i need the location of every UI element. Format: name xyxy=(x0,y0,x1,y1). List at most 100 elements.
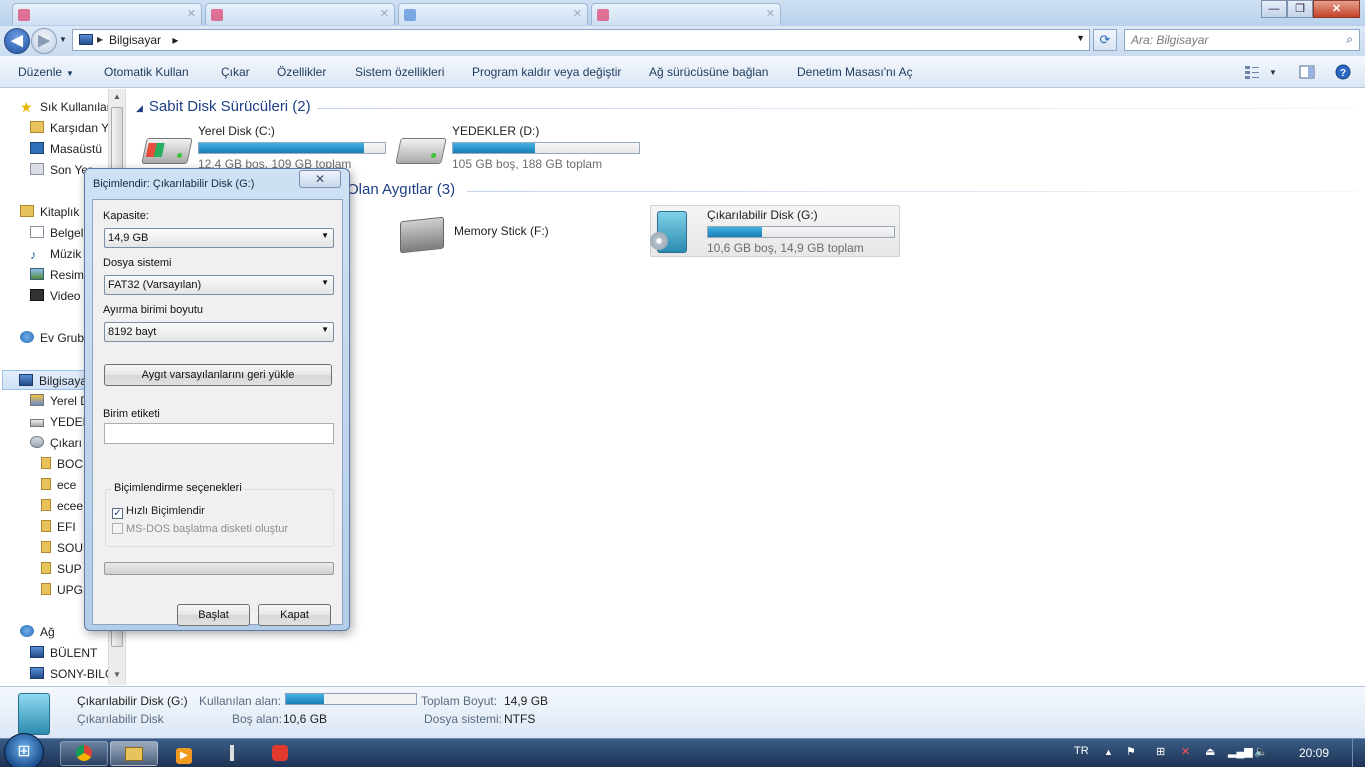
action-center-icon[interactable]: ⚑ xyxy=(1126,745,1136,758)
open-control-panel-button[interactable]: Denetim Masası'nı Aç xyxy=(797,65,913,79)
close-window-button[interactable]: ✕ xyxy=(1313,0,1360,18)
nav-libraries[interactable]: Kitaplık xyxy=(20,202,79,222)
address-input[interactable]: ▸ Bilgisayar ▸ ▼ xyxy=(72,29,1090,51)
organize-menu[interactable]: Düzenle ▼ xyxy=(18,65,74,79)
tab-close-icon[interactable]: ✕ xyxy=(766,7,775,20)
uninstall-program-button[interactable]: Program kaldır veya değiştir xyxy=(472,65,621,79)
drive-d[interactable]: YEDEKLER (D:) 105 GB boş, 188 GB toplam xyxy=(395,124,648,174)
nav-folder[interactable]: ecee xyxy=(41,496,83,516)
breadcrumb-arrow-icon[interactable]: ▸ xyxy=(172,33,178,47)
system-properties-button[interactable]: Sistem özellikleri xyxy=(355,65,444,79)
eject-button[interactable]: Çıkar xyxy=(221,65,250,79)
scroll-down-icon[interactable]: ▼ xyxy=(109,667,125,683)
chevron-down-icon: ▼ xyxy=(321,325,329,334)
tab-close-icon[interactable]: ✕ xyxy=(573,7,582,20)
capacity-select[interactable]: 14,9 GB ▼ xyxy=(104,228,334,248)
signal-strength-icon[interactable]: ▂▄▆ xyxy=(1228,745,1253,758)
nav-network-pc[interactable]: SONY-BILG xyxy=(30,664,114,684)
language-indicator[interactable]: TR xyxy=(1074,745,1089,757)
recent-pages-dropdown-icon[interactable]: ▼ xyxy=(59,35,67,44)
nav-folder[interactable]: BOC xyxy=(41,454,83,474)
start-button[interactable]: ⊞ xyxy=(4,733,44,767)
nav-local-disk[interactable]: Yerel D xyxy=(30,391,89,411)
drive-g-selected[interactable]: Çıkarılabilir Disk (G:) 10,6 GB boş, 14,… xyxy=(650,205,900,257)
nav-documents[interactable]: Belgel xyxy=(30,223,83,243)
nav-desktop[interactable]: Masaüstü xyxy=(30,139,102,159)
taskbar-usb-button[interactable] xyxy=(208,741,256,766)
autoplay-button[interactable]: Otomatik Kullan xyxy=(104,65,189,79)
view-dropdown-icon[interactable]: ▼ xyxy=(1269,68,1277,77)
show-hidden-icons-icon[interactable]: ▲ xyxy=(1104,747,1113,757)
taskbar-explorer-button[interactable] xyxy=(110,741,158,766)
address-dropdown-icon[interactable]: ▼ xyxy=(1076,33,1085,43)
memory-stick-icon xyxy=(400,216,444,254)
clock[interactable]: 20:09 xyxy=(1299,746,1329,760)
tab-close-icon[interactable]: ✕ xyxy=(187,7,196,20)
breadcrumb-separator-icon[interactable]: ▸ xyxy=(97,32,103,46)
nav-recent[interactable]: Son Yer xyxy=(30,160,92,180)
browser-tab[interactable]: ✕ xyxy=(12,3,202,25)
taskbar-app-button[interactable] xyxy=(256,741,304,766)
minimize-button[interactable]: — xyxy=(1261,0,1287,18)
back-button[interactable]: ◀ xyxy=(4,28,30,54)
nav-network[interactable]: Ağ xyxy=(20,622,55,642)
forward-button[interactable]: ▶ xyxy=(31,28,57,54)
refresh-button[interactable]: ⟳ xyxy=(1093,29,1117,51)
drive-usage-bar xyxy=(198,142,386,154)
tab-favicon-icon xyxy=(597,9,609,21)
dialog-close-button[interactable]: ✕ xyxy=(299,170,341,188)
browser-tab[interactable]: ✕ xyxy=(205,3,395,25)
nav-homegroup[interactable]: Ev Grub xyxy=(20,328,84,348)
browser-tab[interactable]: ✕ xyxy=(398,3,588,25)
maximize-button[interactable]: ❐ xyxy=(1287,0,1313,18)
quick-format-checkbox[interactable]: ✓ Hızlı Biçimlendir xyxy=(112,505,205,519)
search-icon[interactable]: ⌕ xyxy=(1346,32,1353,47)
nav-pictures[interactable]: Resim xyxy=(30,265,84,285)
nav-folder[interactable]: SOU xyxy=(41,538,83,558)
collapse-arrow-icon[interactable]: ◢ xyxy=(136,103,143,113)
allocation-size-select[interactable]: 8192 bayt ▼ xyxy=(104,322,334,342)
taskbar-media-player-button[interactable]: ▶ xyxy=(160,741,208,766)
search-input[interactable]: Ara: Bilgisayar ⌕ xyxy=(1124,29,1360,51)
windows-update-icon[interactable]: ⊞ xyxy=(1156,745,1165,758)
nav-videos[interactable]: Video xyxy=(30,286,80,306)
nav-label: Belgel xyxy=(50,226,84,240)
nav-music[interactable]: ♪ Müzik xyxy=(30,244,81,264)
start-format-button[interactable]: Başlat xyxy=(177,604,250,626)
nav-favorites[interactable]: ★ Sık Kullanılar xyxy=(20,97,111,117)
safely-remove-hardware-icon[interactable]: ⏏ xyxy=(1205,745,1215,758)
group-removable-header[interactable]: Olan Aygıtlar (3) xyxy=(347,181,455,198)
breadcrumb-computer[interactable]: Bilgisayar xyxy=(109,33,161,47)
drive-name: Memory Stick (F:) xyxy=(454,224,549,238)
nav-backup-drive[interactable]: YEDEK xyxy=(30,412,91,432)
help-icon[interactable]: ? xyxy=(1335,64,1351,80)
file-system-select[interactable]: FAT32 (Varsayılan) ▼ xyxy=(104,275,334,295)
recent-places-icon xyxy=(30,163,44,175)
restore-defaults-button[interactable]: Aygıt varsayılanlarını geri yükle xyxy=(104,364,332,386)
nav-folder[interactable]: ece xyxy=(41,475,76,495)
group-divider xyxy=(467,191,1357,192)
tab-close-icon[interactable]: ✕ xyxy=(380,7,389,20)
scroll-up-icon[interactable]: ▲ xyxy=(109,89,125,105)
group-hdd-header[interactable]: ◢ Sabit Disk Sürücüleri (2) xyxy=(136,98,311,115)
browser-tab[interactable]: ✕ xyxy=(591,3,781,25)
nav-folder[interactable]: UPG xyxy=(41,580,83,600)
nav-removable-disk[interactable]: Çıkarı xyxy=(30,433,82,453)
show-desktop-button[interactable] xyxy=(1352,739,1365,767)
volume-label-input[interactable] xyxy=(104,423,334,444)
volume-icon[interactable]: 🔈 xyxy=(1254,745,1268,758)
taskbar-chrome-button[interactable] xyxy=(60,741,108,766)
drive-f[interactable]: Memory Stick (F:) xyxy=(400,211,640,254)
properties-button[interactable]: Özellikler xyxy=(277,65,326,79)
preview-pane-icon[interactable] xyxy=(1299,64,1315,80)
view-options-icon[interactable] xyxy=(1244,64,1260,80)
details-used-label: Kullanılan alan: xyxy=(199,694,282,708)
map-network-drive-button[interactable]: Ağ sürücüsüne bağlan xyxy=(649,65,768,79)
nav-downloads[interactable]: Karşıdan Yü xyxy=(30,118,116,138)
network-error-icon[interactable]: ✕ xyxy=(1181,745,1190,758)
nav-folder[interactable]: SUP xyxy=(41,559,82,579)
nav-folder[interactable]: EFI xyxy=(41,517,76,537)
close-dialog-button[interactable]: Kapat xyxy=(258,604,331,626)
nav-network-pc[interactable]: BÜLENT xyxy=(30,643,97,663)
drive-c[interactable]: Yerel Disk (C:) 12,4 GB boş, 109 GB topl… xyxy=(141,124,394,174)
